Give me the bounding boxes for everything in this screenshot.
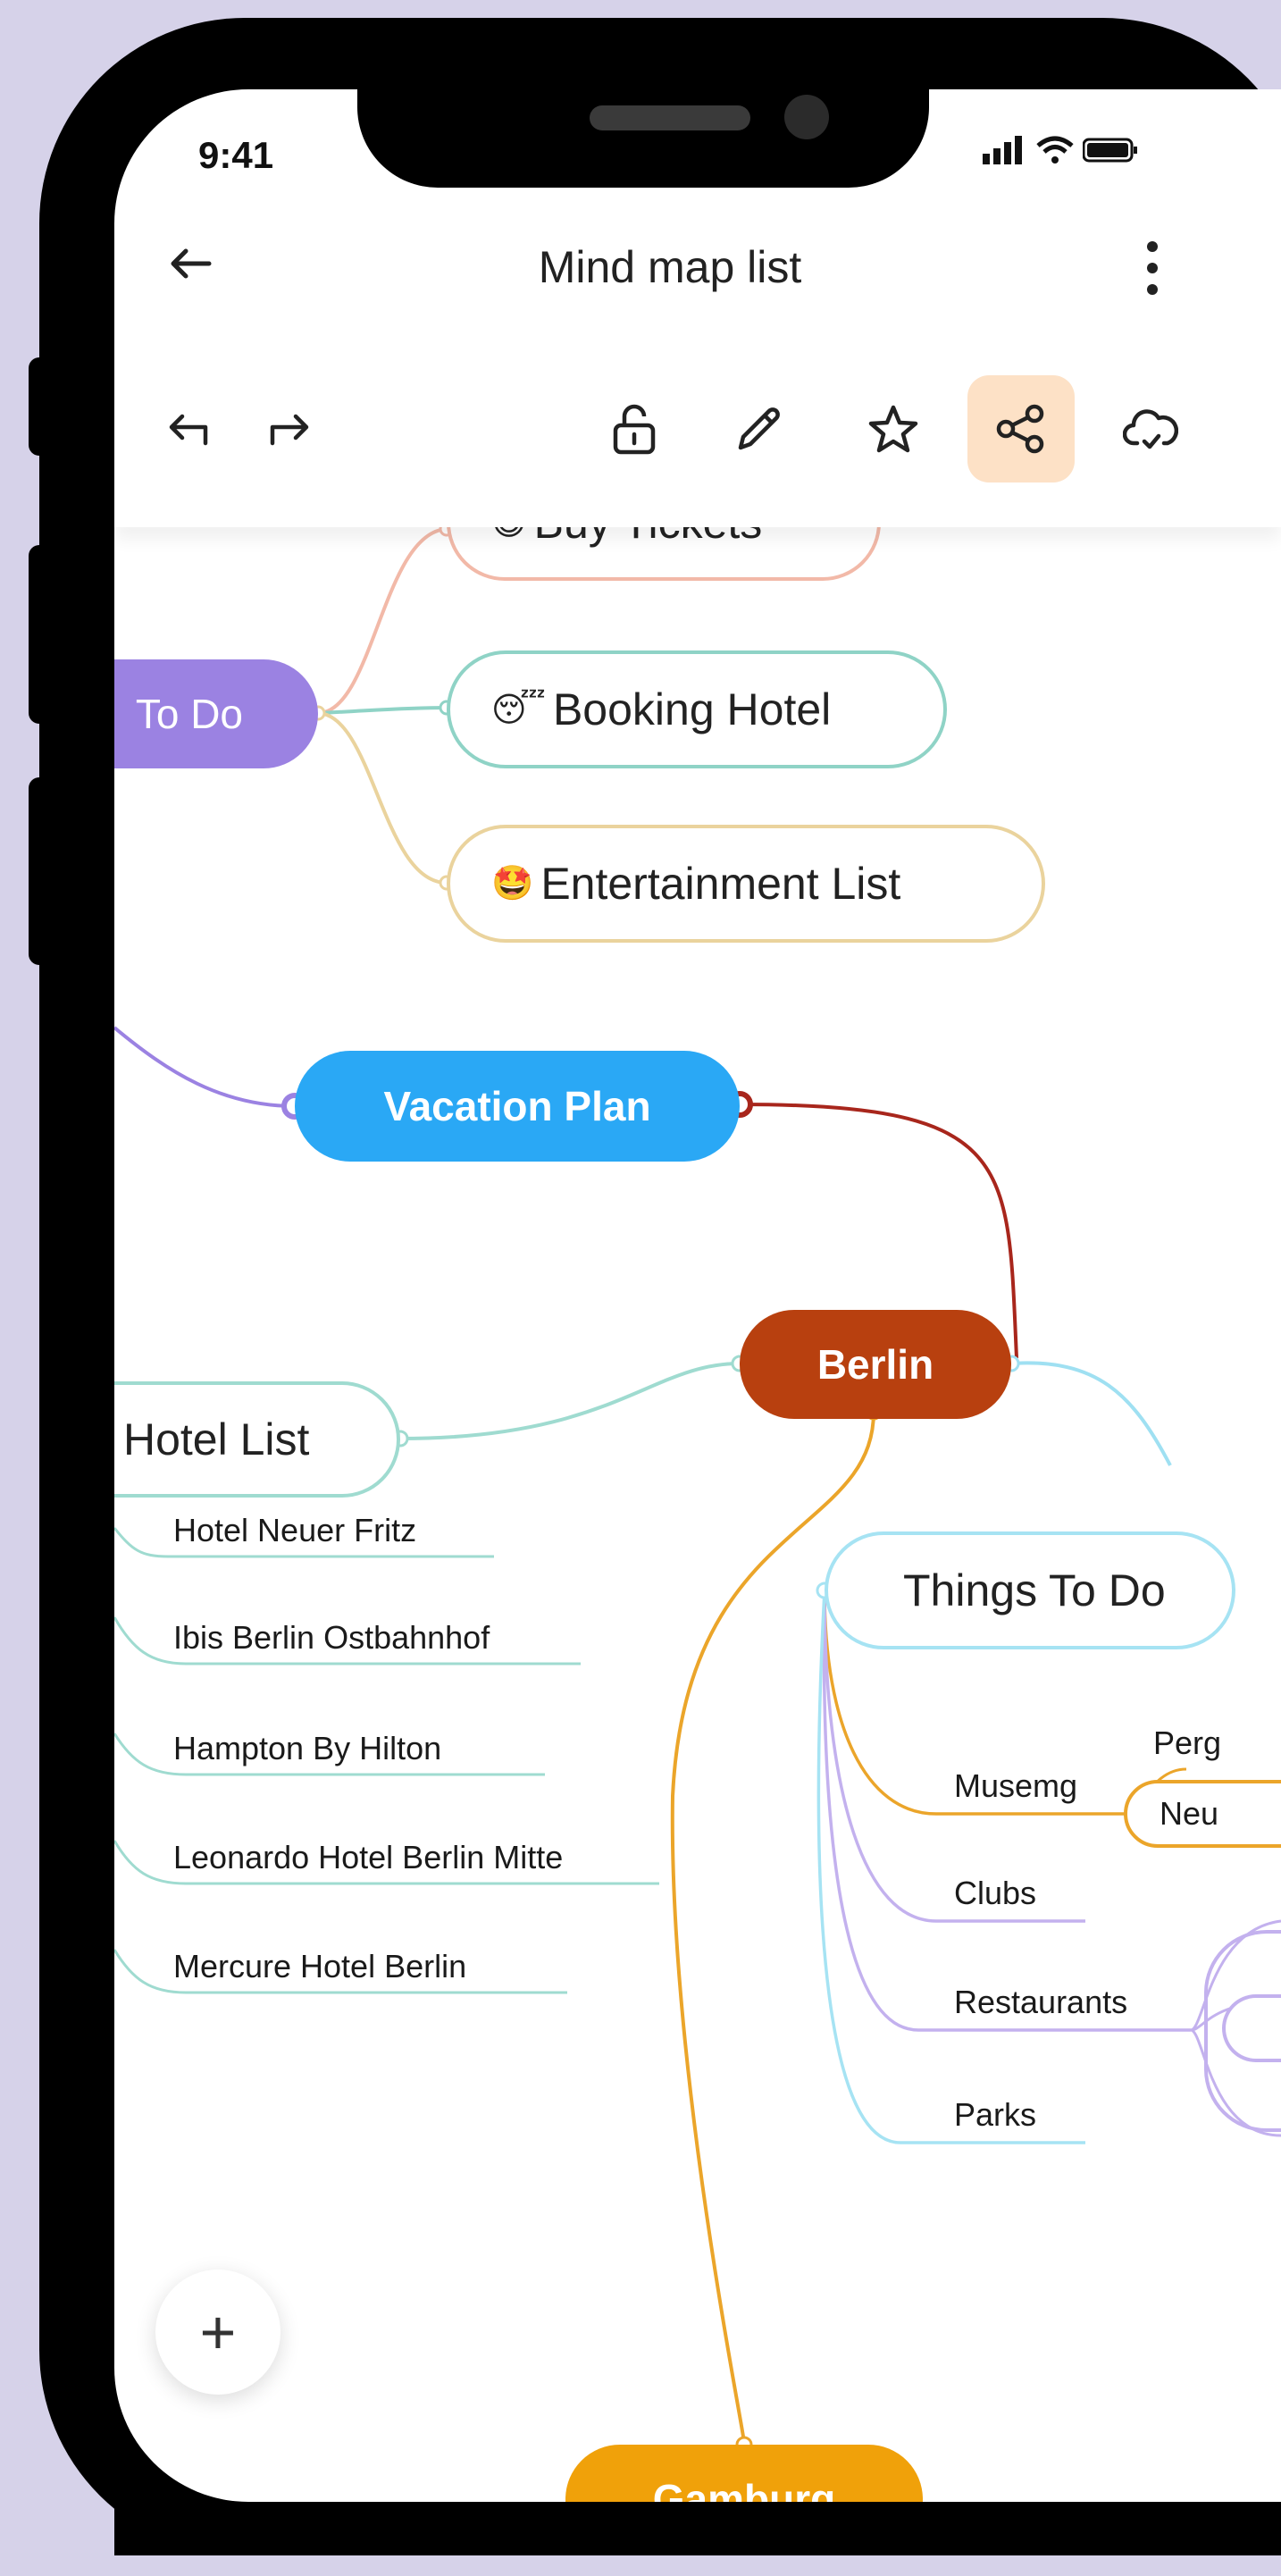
camera: [784, 95, 829, 139]
node-entertainment-list[interactable]: 🤩 Entertainment List: [447, 825, 1045, 943]
node-booking-hotel-label: Booking Hotel: [552, 684, 832, 734]
restaurant-sub-node-2[interactable]: [1222, 1994, 1281, 2062]
museum-child-neu: Neu: [1160, 1795, 1219, 1832]
status-time: 9:41: [198, 134, 274, 176]
plus-icon: +: [199, 2297, 237, 2367]
node-hotel-list[interactable]: Hotel List: [114, 1381, 400, 1498]
node-entertainment-list-label: Entertainment List: [540, 859, 901, 909]
pencil-icon: [738, 407, 780, 450]
node-berlin-label: Berlin: [816, 1341, 934, 1388]
favorite-button[interactable]: [858, 393, 929, 465]
undo-button[interactable]: [156, 393, 219, 465]
things-leaf-museum[interactable]: Musemg: [954, 1767, 1077, 1805]
undo-icon: [169, 414, 208, 446]
page-title: Mind map list: [538, 242, 802, 292]
notch: [357, 89, 929, 188]
star-icon: [868, 405, 918, 453]
node-booking-hotel[interactable]: 😴 Booking Hotel: [447, 650, 947, 768]
things-leaf-restaurants[interactable]: Restaurants: [954, 1984, 1127, 2021]
redo-icon: [270, 414, 309, 446]
things-leaf-clubs[interactable]: Clubs: [954, 1875, 1036, 1912]
more-vertical-icon: [1147, 241, 1158, 295]
hotel-leaf-4[interactable]: Leonardo Hotel Berlin Mitte: [173, 1839, 563, 1876]
node-entertainment-list-emoji: 🤩: [491, 865, 534, 902]
mind-map-canvas[interactable]: To Do 😄 Buy Tickets 😴 Booking Hotel 🤩 En…: [114, 500, 1281, 2502]
node-gamburg[interactable]: Gamburg: [565, 2445, 923, 2502]
node-to-do-label: To Do: [135, 691, 243, 737]
wifi-icon: [1036, 136, 1074, 164]
share-button[interactable]: [985, 393, 1057, 465]
mind-map-connections: [114, 521, 1281, 2454]
edit-button[interactable]: [724, 393, 795, 465]
share-icon: [996, 404, 1044, 454]
node-things-to-do-label: Things To Do: [903, 1565, 1166, 1615]
node-gamburg-label: Gamburg: [652, 2476, 836, 2502]
node-booking-hotel-emoji: 😴: [491, 691, 546, 729]
redo-button[interactable]: [259, 393, 322, 465]
more-button[interactable]: [1126, 232, 1179, 304]
hotel-leaf-5[interactable]: Mercure Hotel Berlin: [173, 1948, 466, 1985]
node-berlin[interactable]: Berlin: [740, 1310, 1011, 1419]
museum-child-perg[interactable]: Perg: [1153, 1724, 1221, 1762]
cloud-sync-button[interactable]: [1115, 393, 1186, 465]
lock-button[interactable]: [599, 393, 670, 465]
speaker: [590, 105, 750, 130]
signal-icon: [983, 136, 1022, 164]
lock-icon: [613, 404, 656, 455]
node-vacation-plan[interactable]: Vacation Plan: [295, 1051, 740, 1162]
museum-child-neu-node[interactable]: Neu: [1124, 1780, 1281, 1848]
things-leaf-parks[interactable]: Parks: [954, 2096, 1036, 2134]
status-icons: [983, 136, 1138, 164]
node-things-to-do[interactable]: Things To Do: [825, 1531, 1235, 1649]
battery-icon: [1083, 138, 1137, 163]
hotel-leaf-1[interactable]: Hotel Neuer Fritz: [173, 1512, 416, 1549]
hotel-leaf-2[interactable]: Ibis Berlin Ostbahnhof: [173, 1619, 490, 1657]
node-hotel-list-label: Hotel List: [123, 1414, 310, 1464]
node-vacation-plan-label: Vacation Plan: [383, 1083, 651, 1129]
cloud-sync-icon: [1123, 409, 1178, 449]
add-node-button[interactable]: +: [155, 2270, 280, 2395]
hotel-leaf-3[interactable]: Hampton By Hilton: [173, 1730, 441, 1767]
bottom-bezel: [114, 2502, 1281, 2555]
node-to-do[interactable]: To Do: [114, 659, 318, 768]
